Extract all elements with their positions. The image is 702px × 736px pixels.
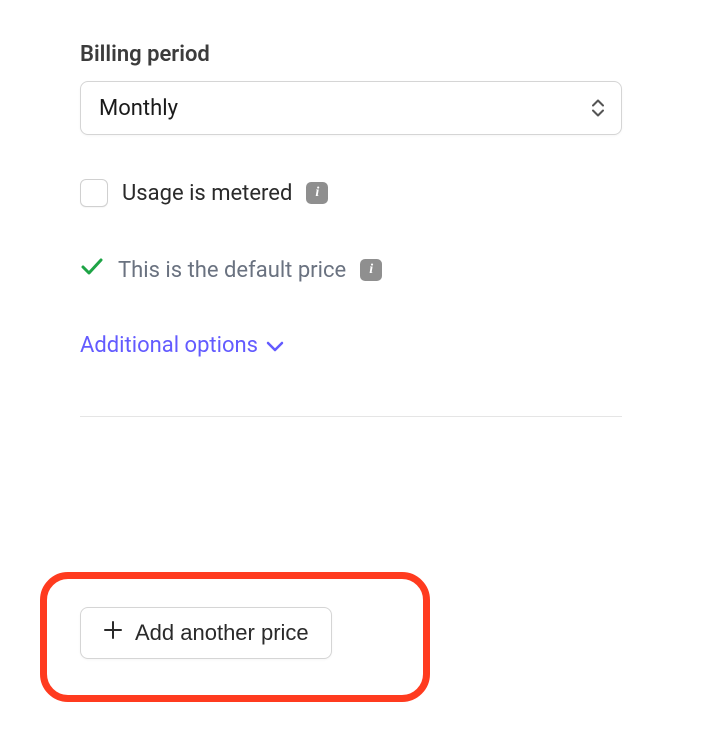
add-another-price-button[interactable]: Add another price [80, 607, 332, 659]
billing-period-select[interactable]: Monthly [80, 81, 622, 135]
check-icon [80, 255, 104, 285]
metered-checkbox[interactable] [80, 179, 108, 207]
additional-options-toggle[interactable]: Additional options [80, 333, 622, 358]
add-another-price-label: Add another price [135, 620, 309, 646]
section-divider [80, 416, 622, 417]
info-icon[interactable]: i [360, 259, 382, 281]
billing-period-value: Monthly [99, 96, 178, 121]
chevron-down-icon [266, 333, 284, 358]
additional-options-label: Additional options [80, 333, 258, 358]
default-price-label: This is the default price [118, 258, 346, 283]
info-icon[interactable]: i [306, 182, 328, 204]
plus-icon [103, 620, 123, 646]
billing-period-label: Billing period [80, 42, 622, 67]
metered-label: Usage is metered [122, 181, 292, 206]
